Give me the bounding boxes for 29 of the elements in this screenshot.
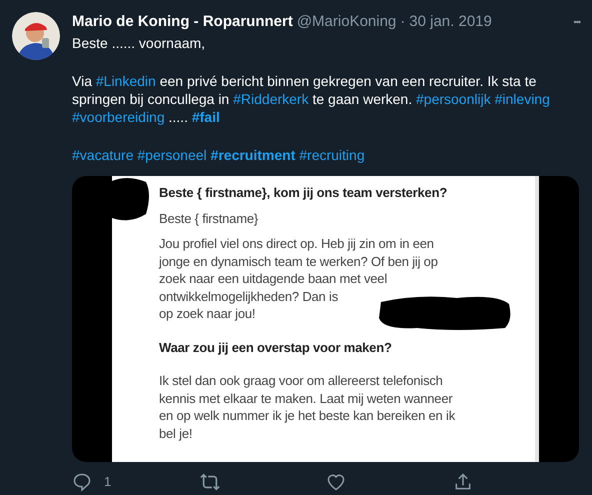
tweet-date[interactable]: 30 jan. 2019 xyxy=(409,12,492,32)
hashtag-link[interactable]: #personeel xyxy=(137,147,207,163)
hashtag-link[interactable]: #fail xyxy=(192,109,220,125)
media-card[interactable] xyxy=(72,176,579,462)
author-handle[interactable]: @MarioKoning xyxy=(296,12,396,32)
tweet-text: Beste ...... voornaam, xyxy=(72,34,206,52)
hashtag-link[interactable]: #persoonlijk xyxy=(416,91,491,107)
hashtag-link[interactable]: #Ridderkerk xyxy=(233,91,309,107)
message-text: op zoek naar jou! xyxy=(159,305,256,322)
avatar[interactable] xyxy=(12,12,60,60)
hashtag-link[interactable]: #recruiting xyxy=(299,147,365,163)
more-menu[interactable]: ••• xyxy=(574,12,580,32)
hashtag-link[interactable]: #voorbereiding xyxy=(72,109,165,125)
heart-icon[interactable] xyxy=(326,472,346,492)
hashtag-link[interactable]: #vacature xyxy=(72,147,134,163)
hashtag-link[interactable]: #inleving xyxy=(494,91,550,107)
separator: · xyxy=(400,12,406,32)
message-heading: Waar zou jij een overstap voor maken? xyxy=(159,338,393,356)
tweet-text: Via #Linkedin een privé bericht binnen gekregen van een recruiter. Ik sta te springen bij concullega in #Ridderkerk te gaan werken. #persoonlijk #inleving #voorbereiding ..... #fail xyxy=(72,72,551,126)
reply-icon[interactable] xyxy=(72,472,92,492)
message-text: Beste { firstname} xyxy=(159,210,260,227)
hashtag-link[interactable]: #Linkedin xyxy=(96,73,156,89)
reply-count: 1 xyxy=(104,473,112,492)
retweet-icon[interactable] xyxy=(199,472,221,492)
author-name[interactable]: Mario de Koning - Roparunnert xyxy=(72,12,293,32)
hashtag-link[interactable]: #recruitment xyxy=(210,147,296,163)
share-icon[interactable] xyxy=(453,472,473,492)
message-text: Ik stel dan ook graag voor om allereerst telefonisch kennis met elkaar te maken. Laat mij weten wanneer en op welk nummer ik je het beste kan bereiken en ik bel je! xyxy=(159,372,456,442)
message-subject: Beste { firstname}, kom jij ons team versterken? xyxy=(159,184,448,202)
